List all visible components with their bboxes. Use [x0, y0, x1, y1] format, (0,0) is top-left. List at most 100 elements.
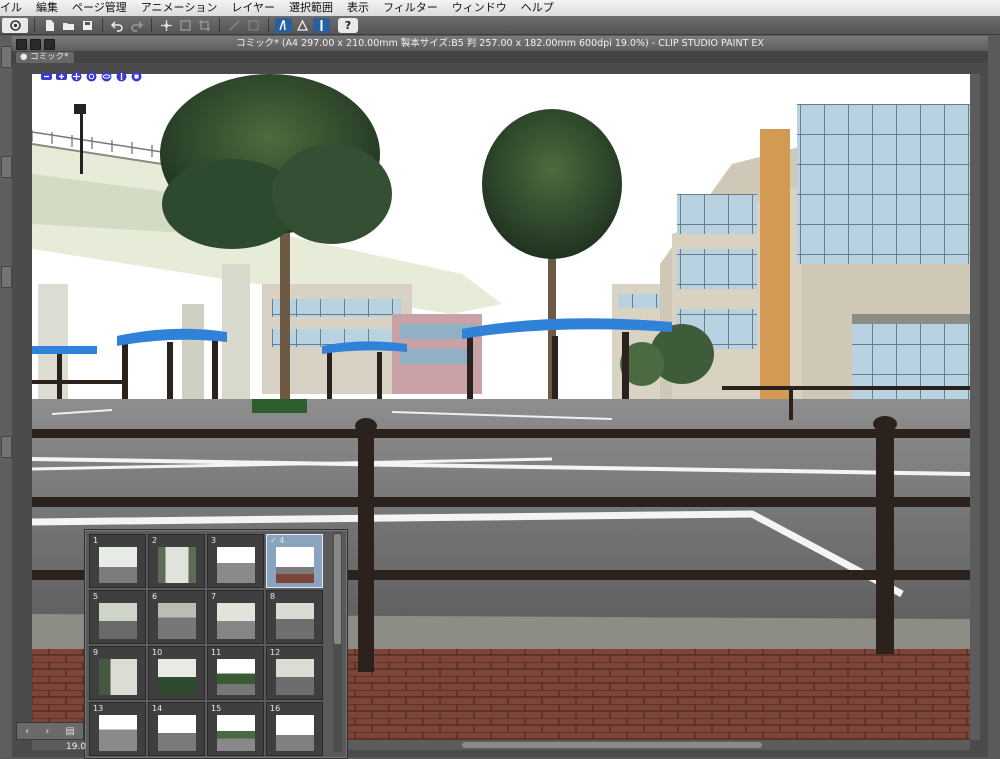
page-thumbnail[interactable]: 15 — [207, 702, 264, 756]
page-preview — [276, 715, 314, 751]
save-icon[interactable] — [79, 18, 96, 33]
redo-icon[interactable] — [128, 18, 145, 33]
page-number: ✓ 4 — [270, 536, 284, 545]
palette-handle[interactable] — [1, 436, 12, 458]
help-icon[interactable]: ? — [338, 17, 358, 33]
open-file-icon[interactable] — [60, 18, 77, 33]
page-number: 5 — [93, 592, 99, 601]
snap-icon[interactable] — [226, 18, 243, 33]
page-number: 3 — [211, 536, 217, 545]
menu-bar: イル 編集 ページ管理 アニメーション レイヤー 選択範囲 表示 フィルター ウ… — [0, 0, 1000, 17]
transform-icon[interactable] — [158, 18, 175, 33]
page-number: 15 — [211, 704, 222, 713]
page-number: 14 — [152, 704, 163, 713]
pen-snap-icon[interactable] — [313, 17, 330, 33]
page-manager-panel: 1 2 3 ✓ 4 5 6 7 8 9 10 11 12 13 14 15 16 — [84, 529, 348, 759]
camera-rotate-icon[interactable] — [85, 68, 98, 82]
page-preview — [217, 547, 255, 583]
page-preview — [158, 659, 196, 695]
menu-file[interactable]: イル — [0, 0, 29, 16]
camera-pan-icon[interactable] — [40, 68, 53, 81]
page-preview — [99, 659, 137, 695]
help-label: ? — [344, 18, 352, 32]
scroll-thumb[interactable] — [462, 742, 762, 748]
palette-handle[interactable] — [1, 266, 12, 288]
left-palette-strip — [0, 36, 12, 757]
page-panel-scroll-thumb[interactable] — [334, 534, 341, 644]
command-bar: ? — [0, 16, 1000, 35]
vertical-scrollbar[interactable] — [970, 74, 980, 740]
page-preview — [99, 547, 137, 583]
page-panel-scrollbar[interactable] — [333, 532, 342, 752]
prev-page-button[interactable]: ‹ — [25, 726, 29, 737]
page-thumbnail[interactable]: 6 — [148, 590, 205, 644]
page-thumbnail[interactable]: 3 — [207, 534, 264, 588]
clip-studio-logo-icon[interactable] — [2, 17, 28, 33]
page-navigation: ‹ › ▤ — [16, 722, 84, 740]
page-preview — [217, 659, 255, 695]
menu-filter[interactable]: フィルター — [376, 0, 445, 16]
camera-move-icon[interactable] — [70, 68, 83, 82]
special-ruler-icon[interactable] — [275, 17, 292, 33]
palette-handle[interactable] — [1, 156, 12, 178]
new-file-icon[interactable] — [41, 18, 58, 33]
page-preview — [158, 547, 196, 583]
toolbar-divider — [102, 18, 103, 32]
palette-handle[interactable] — [1, 46, 12, 68]
menu-page-management[interactable]: ページ管理 — [65, 0, 134, 16]
page-thumbnail[interactable]: 10 — [148, 646, 205, 700]
page-thumbnail-selected[interactable]: ✓ 4 — [266, 534, 323, 588]
close-window-icon[interactable] — [16, 39, 27, 50]
camera-zoom-icon[interactable] — [55, 68, 68, 81]
page-number: 10 — [152, 648, 163, 657]
toolbar-divider — [151, 18, 152, 32]
page-thumbnail[interactable]: 2 — [148, 534, 205, 588]
menu-animation[interactable]: アニメーション — [134, 0, 225, 16]
toolbar-divider — [268, 18, 269, 32]
page-thumbnail[interactable]: 12 — [266, 646, 323, 700]
camera-dolly-icon[interactable] — [115, 68, 128, 82]
page-preview — [217, 715, 255, 751]
page-thumbnail-grid: 1 2 3 ✓ 4 5 6 7 8 9 10 11 12 13 14 15 16 — [89, 534, 329, 756]
document-tab[interactable]: ● コミック* — [16, 52, 75, 63]
page-thumbnail[interactable]: 7 — [207, 590, 264, 644]
menu-layer[interactable]: レイヤー — [224, 0, 282, 16]
maximize-window-icon[interactable] — [44, 39, 55, 50]
page-thumbnail[interactable]: 1 — [89, 534, 146, 588]
undo-icon[interactable] — [109, 18, 126, 33]
page-preview — [158, 603, 196, 639]
menu-help[interactable]: ヘルプ — [514, 0, 561, 16]
page-preview — [217, 603, 255, 639]
page-preview — [158, 715, 196, 751]
camera-orbit-icon[interactable] — [100, 68, 113, 82]
document-title-bar: コミック* (A4 297.00 x 210.00mm 製本サイズ:B5 判 2… — [12, 36, 988, 51]
minimize-window-icon[interactable] — [30, 39, 41, 50]
page-preview — [276, 603, 314, 639]
page-thumbnail[interactable]: 11 — [207, 646, 264, 700]
page-thumbnail[interactable]: 13 — [89, 702, 146, 756]
page-thumbnail[interactable]: 14 — [148, 702, 205, 756]
page-number: 13 — [93, 704, 104, 713]
menu-view[interactable]: 表示 — [340, 0, 376, 16]
page-thumbnail[interactable]: 5 — [89, 590, 146, 644]
page-list-icon[interactable]: ▤ — [65, 726, 74, 737]
perspective-icon[interactable] — [294, 18, 311, 33]
document-tab-label: コミック* — [30, 52, 69, 62]
menu-window[interactable]: ウィンドウ — [445, 0, 514, 16]
page-number: 9 — [93, 648, 99, 657]
page-preview — [276, 547, 314, 583]
page-number: 1 — [93, 536, 99, 545]
fit-icon[interactable] — [177, 18, 194, 33]
toolbar-divider — [219, 18, 220, 32]
crop-icon[interactable] — [196, 18, 213, 33]
page-thumbnail[interactable]: 8 — [266, 590, 323, 644]
camera-reset-icon[interactable] — [130, 68, 143, 82]
next-page-button[interactable]: › — [45, 726, 49, 737]
menu-edit[interactable]: 編集 — [29, 0, 65, 16]
page-thumbnail[interactable]: 16 — [266, 702, 323, 756]
page-number: 6 — [152, 592, 158, 601]
page-thumbnail[interactable]: 9 — [89, 646, 146, 700]
page-preview — [276, 659, 314, 695]
menu-selection[interactable]: 選択範囲 — [282, 0, 340, 16]
ruler-snap-icon[interactable] — [245, 18, 262, 33]
